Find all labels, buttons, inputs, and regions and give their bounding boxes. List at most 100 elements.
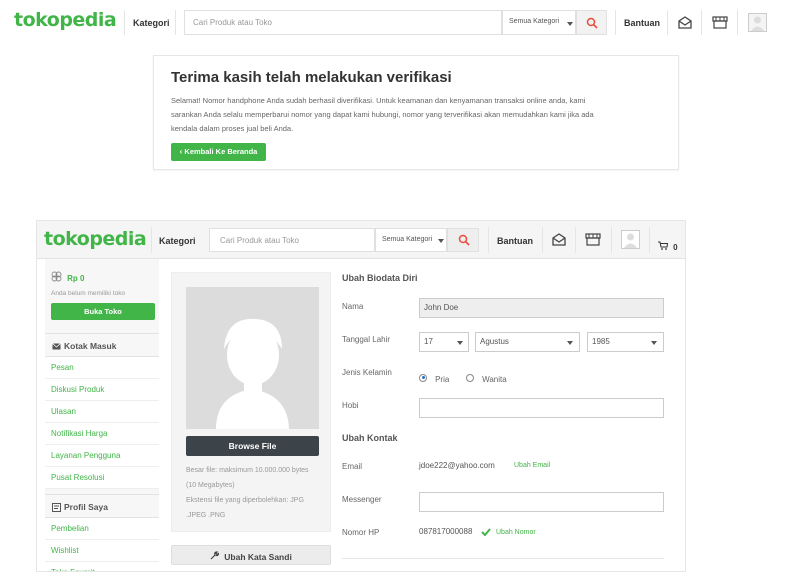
sidebar-item-pembelian[interactable]: Pembelian — [45, 518, 159, 540]
shop-icon[interactable] — [712, 16, 728, 29]
envelope-icon — [52, 343, 61, 350]
bottom-divider — [542, 227, 543, 253]
radio-checked-icon — [419, 373, 427, 382]
avatar[interactable] — [748, 13, 767, 32]
top-search-input[interactable]: Cari Produk atau Toko — [184, 10, 502, 35]
chevron-down-icon — [457, 341, 463, 345]
profile-title: Profil Saya — [45, 494, 159, 518]
avatar[interactable] — [621, 230, 640, 249]
top-category-select[interactable]: Semua Kategori — [502, 10, 576, 35]
photo-panel: Browse File Besar file: maksimum 10.000.… — [171, 272, 331, 532]
file-size-line-1: Besar file: maksimum 10.000.000 bytes — [186, 467, 309, 474]
name-field[interactable]: John Doe — [419, 298, 664, 318]
sidebar-item-ulasan[interactable]: Ulasan — [45, 401, 159, 423]
chevron-down-icon — [567, 341, 573, 345]
search-icon — [586, 17, 598, 29]
user-icon — [624, 233, 637, 248]
top-search-button[interactable] — [576, 10, 607, 35]
bottom-kategori-menu[interactable]: Kategori — [159, 236, 196, 246]
sidebar-item-diskusi-produk[interactable]: Diskusi Produk — [45, 379, 159, 401]
gender-female-label: Wanita — [482, 375, 507, 384]
profile-list: Pembelian Wishlist Toko Favorit — [45, 518, 159, 571]
sidebar-item-pusat-resolusi[interactable]: Pusat Resolusi — [45, 467, 159, 489]
top-logo[interactable]: tokopedia — [14, 9, 117, 31]
cart-button[interactable]: 0 — [658, 235, 678, 254]
top-divider — [667, 10, 668, 35]
verification-card: Terima kasih telah melakukan verifikasi … — [153, 55, 679, 170]
bottom-search-input[interactable]: Cari Produk atau Toko — [209, 228, 375, 252]
verification-text-line-1: Selamat! Nomor handphone Anda sudah berh… — [171, 96, 586, 105]
name-label: Nama — [342, 302, 364, 311]
bottom-bantuan-link[interactable]: Bantuan — [497, 236, 533, 246]
bottom-divider — [611, 227, 612, 253]
sidebar-item-wishlist[interactable]: Wishlist — [45, 540, 159, 562]
birth-day-value: 17 — [424, 337, 433, 346]
bottom-search-button[interactable] — [447, 228, 479, 252]
top-divider — [701, 10, 702, 35]
file-size-line-2: (10 Megabytes) — [186, 482, 235, 489]
back-to-home-button[interactable]: ‹ Kembali Ke Beranda — [171, 143, 266, 161]
birth-date-label: Tanggal Lahir — [342, 335, 391, 344]
top-divider — [615, 10, 616, 35]
bottom-header: tokopedia Kategori Cari Produk atau Toko… — [37, 221, 685, 259]
top-divider — [737, 10, 738, 35]
cart-icon — [658, 241, 669, 250]
bottom-category-select[interactable]: Semua Kategori — [375, 228, 447, 252]
sidebar-item-toko-favorit[interactable]: Toko Favorit — [45, 562, 159, 571]
open-shop-button[interactable]: Buka Toko — [51, 303, 155, 320]
bottom-divider — [488, 227, 489, 253]
verification-text-line-2: sarankan Anda selalu memperbarui nomor y… — [171, 110, 594, 119]
bottom-divider — [649, 227, 650, 253]
bottom-divider — [575, 227, 576, 253]
gender-female-radio[interactable]: Wanita — [466, 367, 507, 386]
browse-file-button[interactable]: Browse File — [186, 436, 319, 456]
hobby-field[interactable] — [419, 398, 664, 418]
gender-label: Jenis Kelamin — [342, 368, 392, 377]
cart-count: 0 — [673, 243, 678, 252]
hobby-label: Hobi — [342, 401, 359, 410]
shop-icon[interactable] — [585, 233, 601, 246]
birth-month-value: Agustus — [480, 337, 509, 346]
balance-row[interactable]: Rp 0 — [51, 266, 84, 285]
birth-year-value: 1985 — [592, 337, 610, 346]
change-password-label: Ubah Kata Sandi — [224, 552, 292, 562]
profile-photo — [186, 287, 319, 429]
sidebar-item-pesan[interactable]: Pesan — [45, 357, 159, 379]
change-phone-link[interactable]: Ubah Nomor — [496, 529, 536, 536]
inbox-title-label: Kotak Masuk — [64, 341, 117, 351]
form-divider — [342, 558, 664, 559]
top-kategori-menu[interactable]: Kategori — [133, 18, 170, 28]
clover-icon — [51, 271, 62, 282]
birth-month-select[interactable]: Agustus — [475, 332, 580, 352]
sidebar-item-layanan-pengguna[interactable]: Layanan Pengguna — [45, 445, 159, 467]
phone-label: Nomor HP — [342, 528, 380, 537]
sidebar: Rp 0 Anda belum memiliki toko Buka Toko … — [45, 259, 159, 571]
birth-day-select[interactable]: 17 — [419, 332, 469, 352]
mail-icon[interactable] — [678, 16, 692, 29]
gender-male-radio[interactable]: Pria — [419, 367, 449, 386]
change-password-button[interactable]: Ubah Kata Sandi — [171, 545, 331, 565]
messenger-field[interactable] — [419, 492, 664, 512]
birth-year-select[interactable]: 1985 — [587, 332, 664, 352]
top-bantuan-link[interactable]: Bantuan — [624, 18, 660, 28]
top-divider — [124, 10, 125, 35]
biodata-title: Ubah Biodata Diri — [342, 273, 418, 283]
mail-icon[interactable] — [552, 233, 566, 246]
name-value: John Doe — [424, 303, 459, 312]
chevron-down-icon — [651, 341, 657, 345]
search-icon — [458, 234, 470, 246]
chevron-down-icon — [567, 22, 573, 26]
inbox-list: Pesan Diskusi Produk Ulasan Notifikasi H… — [45, 357, 159, 489]
check-icon — [481, 528, 491, 536]
no-shop-text: Anda belum memiliki toko — [51, 290, 126, 297]
user-icon — [751, 16, 764, 31]
chevron-down-icon — [438, 239, 444, 243]
verification-title: Terima kasih telah melakukan verifikasi — [171, 69, 452, 86]
top-divider — [175, 10, 176, 35]
file-size-note: Besar file: maksimum 10.000.000 bytes (1… — [186, 463, 309, 523]
sidebar-item-notifikasi-harga[interactable]: Notifikasi Harga — [45, 423, 159, 445]
messenger-label: Messenger — [342, 495, 382, 504]
change-email-link[interactable]: Ubah Email — [514, 462, 550, 469]
bottom-search-placeholder: Cari Produk atau Toko — [220, 236, 300, 245]
bottom-logo[interactable]: tokopedia — [44, 228, 147, 250]
